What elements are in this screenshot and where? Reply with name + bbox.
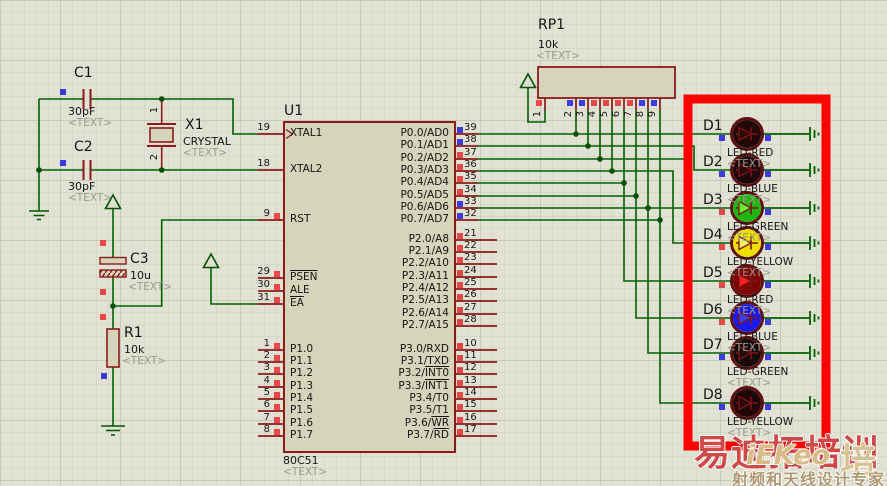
power-arrow-rp1[interactable] [519, 72, 537, 89]
led-d8[interactable] [730, 386, 820, 420]
ground-symbol-left[interactable] [29, 210, 49, 221]
wire-c1-to-xtal1[interactable] [39, 98, 258, 135]
led-d4-ground-symbol [761, 236, 820, 250]
c1-capacitor-plates[interactable] [82, 89, 92, 109]
wire-rp1-columns[interactable] [575, 110, 613, 171]
wire-rst-net[interactable] [113, 219, 258, 307]
rp1-respack-body[interactable] [537, 66, 676, 99]
wire-p0_1-d2[interactable] [478, 145, 732, 171]
c2-capacitor-plates[interactable] [82, 160, 92, 180]
wire-p0_3-d4[interactable] [478, 170, 732, 244]
led-d4[interactable] [730, 226, 820, 260]
x1-crystal-body[interactable] [149, 127, 174, 143]
u1-chip-body[interactable] [283, 121, 456, 453]
power-arrow-ea[interactable] [202, 252, 220, 269]
led-d5-ground-symbol [761, 274, 820, 288]
led-d7[interactable] [730, 336, 820, 370]
led-d1[interactable] [730, 117, 820, 151]
led-d3[interactable] [730, 191, 820, 225]
r1-resistor-body[interactable] [106, 328, 120, 368]
led-d6[interactable] [730, 301, 820, 335]
c3-capacitor-plate[interactable] [99, 256, 127, 265]
led-d2[interactable] [730, 153, 820, 187]
schematic-canvas: C1 30pF <TEXT> C2 30pF <TEXT> X1 CRYSTAL… [0, 0, 887, 486]
schematic-drawing [29, 66, 831, 453]
power-arrow-c3[interactable] [104, 193, 122, 210]
watermark: 易迪拓培训 培训 iEKeo 射频和天线设计专家 [694, 424, 887, 486]
c3-capacitor-plate-polarized[interactable] [99, 269, 127, 278]
led-d5[interactable] [730, 264, 820, 298]
led-d2-ground-symbol [761, 163, 820, 177]
led-d3-ground-symbol [761, 201, 820, 215]
led-d7-ground-symbol [761, 346, 820, 360]
wire-vcc-ea[interactable] [210, 268, 258, 305]
led-d6-ground-symbol [761, 311, 820, 325]
led-d8-ground-symbol [761, 396, 820, 410]
led-d1-ground-symbol [761, 127, 820, 141]
wire-p0_5-d6[interactable] [478, 110, 732, 319]
watermark-tagline: 射频和天线设计专家 [732, 470, 886, 486]
ground-symbol-r1[interactable] [101, 425, 125, 436]
